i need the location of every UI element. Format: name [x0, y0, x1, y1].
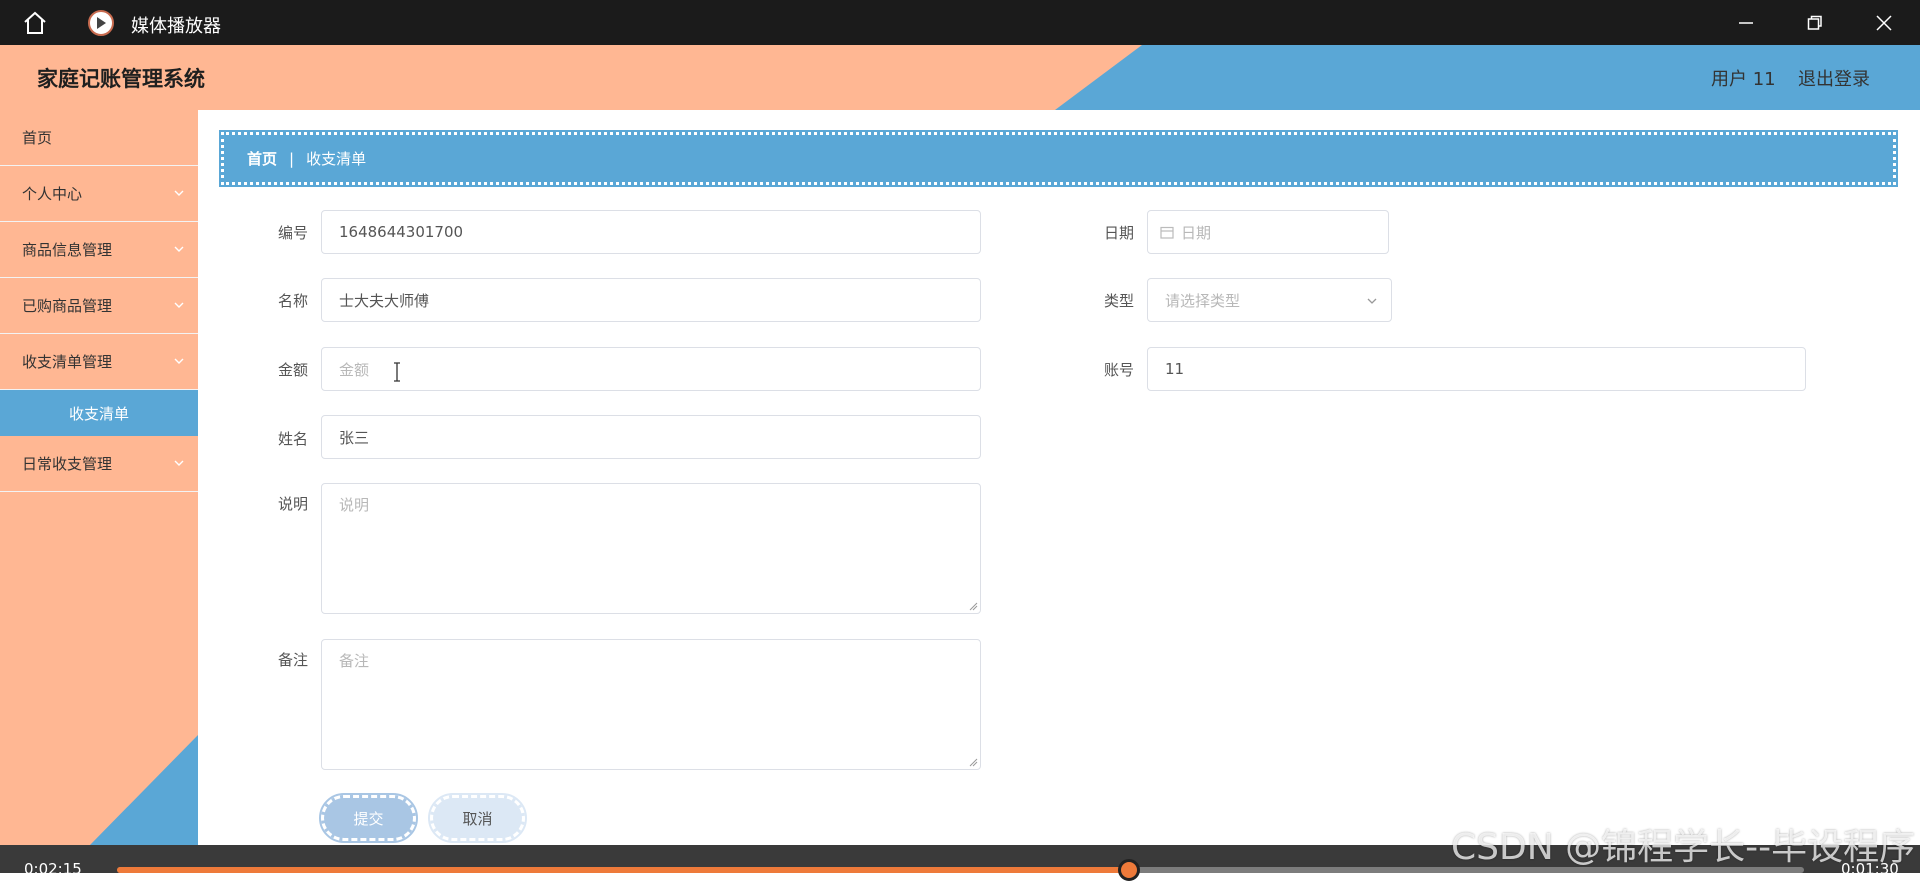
type-placeholder: 请选择类型 — [1165, 291, 1241, 310]
remark-placeholder: 备注 — [339, 652, 370, 670]
seek-thumb[interactable] — [1118, 859, 1141, 881]
play-icon — [88, 10, 114, 36]
chevron-down-icon — [174, 460, 184, 466]
user-name[interactable]: 用户 11 — [1711, 65, 1776, 91]
chevron-down-icon — [1367, 298, 1377, 304]
elapsed-time: 0:02:15 — [24, 860, 82, 878]
sidebar-item-ledger[interactable]: 收支清单管理 — [0, 334, 198, 390]
breadcrumb-home[interactable]: 首页 — [247, 148, 277, 169]
window-title: 媒体播放器 — [131, 16, 221, 37]
sidebar-item-personal[interactable]: 个人中心 — [0, 166, 198, 222]
person-value: 张三 — [339, 428, 370, 447]
number-label: 编号 — [277, 224, 308, 242]
remark-textarea[interactable]: 备注 — [321, 639, 981, 770]
sidebar-corner-decoration — [90, 735, 198, 845]
sidebar-item-daily[interactable]: 日常收支管理 — [0, 436, 198, 492]
window-titlebar: 媒体播放器 — [0, 0, 1920, 45]
logout-link[interactable]: 退出登录 — [1798, 65, 1870, 91]
date-picker[interactable]: 日期 — [1147, 210, 1389, 254]
account-label: 账号 — [1103, 361, 1134, 379]
account-field[interactable]: 11 — [1147, 347, 1806, 391]
name-value: 士大夫大师傅 — [339, 291, 430, 310]
name-label: 名称 — [277, 292, 308, 310]
remark-label: 备注 — [277, 651, 308, 669]
amount-input[interactable]: 金额 — [321, 347, 981, 391]
sidebar-subitem-ledger-list[interactable]: 收支清单 — [0, 390, 198, 436]
sidebar-item-label: 收支清单管理 — [22, 353, 113, 371]
sidebar: 首页 个人中心 商品信息管理 已购商品管理 收支清单管理 收支清单 日常收支管理 — [0, 110, 198, 845]
minimize-button[interactable] — [1712, 0, 1780, 45]
sidebar-item-home[interactable]: 首页 — [0, 110, 198, 166]
chevron-down-icon — [174, 190, 184, 196]
breadcrumb: 首页 | 收支清单 — [219, 130, 1898, 187]
chevron-down-icon — [174, 246, 184, 252]
person-field[interactable]: 张三 — [321, 415, 981, 459]
restore-button[interactable] — [1781, 0, 1849, 45]
header-peach-band — [0, 45, 1142, 110]
person-label: 姓名 — [277, 430, 308, 448]
breadcrumb-current: 收支清单 — [306, 150, 367, 168]
sidebar-item-label: 首页 — [22, 129, 53, 147]
type-select[interactable]: 请选择类型 — [1147, 278, 1392, 322]
close-icon — [1876, 14, 1892, 31]
sidebar-item-label: 商品信息管理 — [22, 241, 113, 259]
account-value: 11 — [1165, 360, 1185, 378]
submit-button[interactable]: 提交 — [319, 793, 418, 843]
calendar-icon — [1160, 226, 1174, 239]
resize-handle-icon[interactable] — [969, 758, 978, 767]
description-textarea[interactable]: 说明 — [321, 483, 981, 614]
watermark: CSDN @锦程学长--毕设程序 — [1451, 827, 1916, 868]
sidebar-item-purchased[interactable]: 已购商品管理 — [0, 278, 198, 334]
text-cursor-icon — [394, 362, 400, 382]
app-title: 家庭记账管理系统 — [37, 67, 205, 91]
restore-icon — [1807, 15, 1822, 30]
app-header: 家庭记账管理系统 用户 11 退出登录 — [0, 45, 1920, 110]
number-value: 1648644301700 — [339, 223, 464, 241]
amount-label: 金额 — [277, 361, 308, 379]
resize-handle-icon[interactable] — [969, 602, 978, 611]
number-field[interactable]: 1648644301700 — [321, 210, 981, 254]
sidebar-item-label: 已购商品管理 — [22, 297, 113, 315]
sidebar-item-goods[interactable]: 商品信息管理 — [0, 222, 198, 278]
chevron-down-icon — [174, 358, 184, 364]
seek-bar-fill — [117, 867, 1130, 873]
sidebar-item-label: 日常收支管理 — [22, 455, 113, 473]
minimize-icon — [1739, 21, 1753, 24]
date-label: 日期 — [1103, 224, 1134, 242]
sidebar-item-label: 收支清单 — [68, 404, 129, 423]
sidebar-item-label: 个人中心 — [22, 185, 83, 203]
cancel-button[interactable]: 取消 — [428, 793, 527, 843]
home-icon[interactable] — [22, 11, 48, 35]
close-button[interactable] — [1850, 0, 1918, 45]
description-label: 说明 — [277, 495, 308, 513]
date-placeholder: 日期 — [1181, 223, 1212, 242]
description-placeholder: 说明 — [339, 496, 370, 514]
breadcrumb-separator: | — [289, 149, 295, 168]
amount-placeholder: 金额 — [339, 360, 370, 379]
type-label: 类型 — [1103, 292, 1134, 310]
name-field[interactable]: 士大夫大师傅 — [321, 278, 981, 322]
chevron-down-icon — [174, 302, 184, 308]
